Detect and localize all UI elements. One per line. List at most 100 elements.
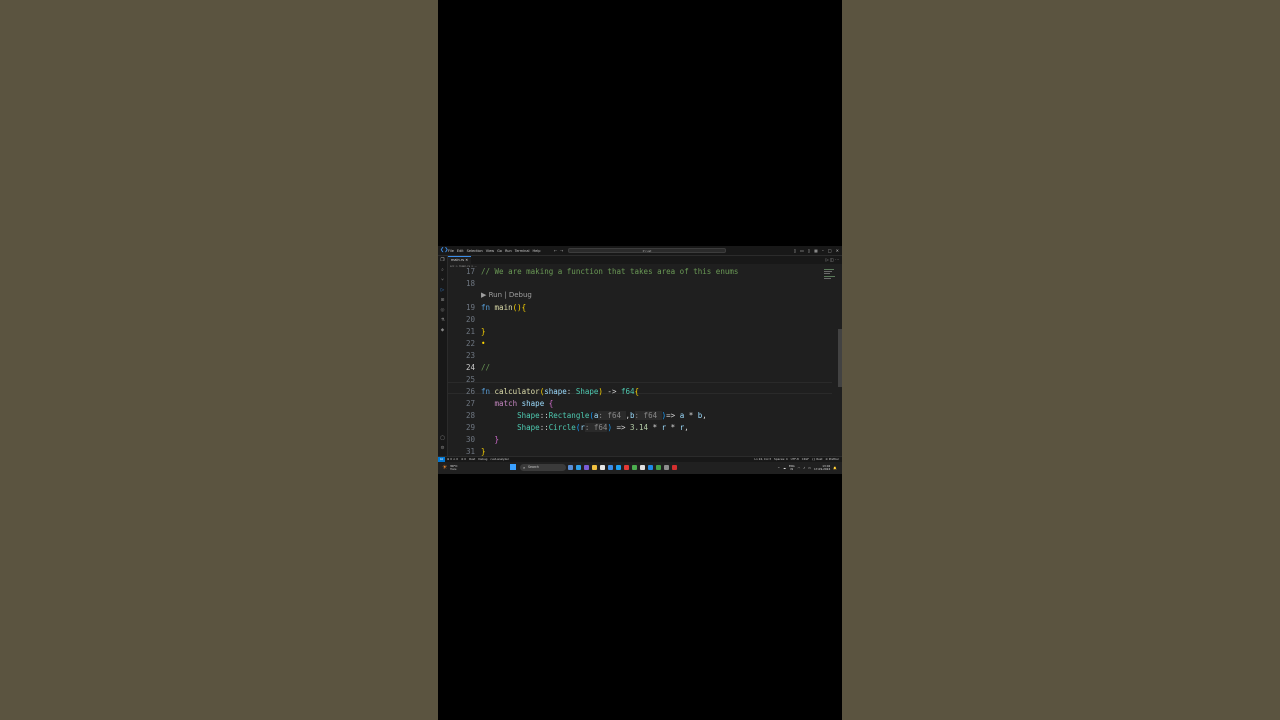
line-number: 23 [465, 351, 475, 360]
video-frame: ❮❯ File Edit Selection View Go Run Termi… [438, 0, 842, 720]
layout-customize-icon[interactable]: ▦ [814, 248, 818, 253]
edge-browser-icon[interactable] [576, 465, 581, 470]
start-windows-icon[interactable] [510, 464, 516, 470]
menu-help[interactable]: Help [532, 249, 540, 253]
volume-icon[interactable]: ♪ [803, 466, 805, 470]
word-icon[interactable] [648, 465, 653, 470]
menu-selection[interactable]: Selection [467, 249, 483, 253]
search-icon[interactable]: ⌕ [440, 268, 445, 273]
vertical-scrollbar[interactable] [838, 267, 842, 458]
code-editor[interactable]: 17 18 19 20 21 22 23 24 25 26 27 28 29 3… [448, 267, 832, 458]
taskbar-search[interactable]: ⌕ Search [520, 464, 566, 471]
line-number: 26 [465, 387, 475, 396]
window-controls: ▯ ▭ ▯ ▦ – □ ✕ [794, 248, 839, 253]
tab-label: main.rs [451, 258, 465, 262]
search-icon: ⌕ [523, 465, 526, 470]
weather-widget[interactable]: ☀ 30°C Haze [442, 463, 466, 473]
teams-icon[interactable] [584, 465, 589, 470]
title-bar: ❮❯ File Edit Selection View Go Run Termi… [438, 246, 842, 256]
code-line-30: } [494, 435, 500, 444]
weather-icon: ☀ [442, 464, 448, 471]
explorer-icon[interactable]: ❐ [440, 258, 445, 263]
manage-gear-icon[interactable]: ⚙ [440, 446, 445, 451]
line-number: 21 [465, 327, 475, 336]
task-view-icon[interactable] [568, 465, 573, 470]
clock[interactable]: 13:02 17-09-2024 [813, 464, 831, 471]
onedrive-icon[interactable]: ☁ [783, 466, 786, 470]
code-line-19: fn main(){ [481, 303, 527, 312]
tab-close-icon[interactable]: ✕ [465, 258, 468, 262]
spotify-icon[interactable] [656, 465, 661, 470]
menu-view[interactable]: View [486, 249, 494, 253]
file-explorer-icon[interactable] [592, 465, 597, 470]
close-icon[interactable]: ✕ [836, 248, 839, 253]
editor-actions: ▷ ◫ ⋯ [826, 257, 839, 262]
code-line-24: // [481, 363, 491, 372]
menu-edit[interactable]: Edit [457, 249, 464, 253]
battery-icon[interactable]: ▭ [808, 466, 811, 470]
code-line-17: // We are making a function that takes a… [481, 267, 739, 276]
taskbar-search-label: Search [528, 465, 539, 469]
menu-go[interactable]: Go [497, 249, 502, 253]
menu-terminal[interactable]: Terminal [515, 249, 530, 253]
line-number: 20 [465, 315, 475, 324]
wifi-icon[interactable]: ◠ [798, 466, 801, 470]
menu-run[interactable]: Run [505, 249, 512, 253]
notepad-icon[interactable] [640, 465, 645, 470]
vscode-logo-icon: ❮❯ [440, 247, 449, 253]
extensions-icon[interactable]: ⊞ [440, 298, 445, 303]
windows-taskbar: ☀ 30°C Haze ⌕ Search ^ ☁ ENG IN ◠ ♪ ▭ 13… [438, 462, 842, 474]
youtube-icon[interactable] [624, 465, 629, 470]
code-line-26: fn calculator(shape: Shape) -> f64{ [481, 387, 640, 396]
layout-panel-icon[interactable]: ▭ [800, 248, 804, 253]
editor-tabs: main.rs ✕ ▷ ◫ ⋯ [448, 256, 842, 264]
menu-file[interactable]: File [448, 249, 454, 253]
scrollbar-thumb[interactable] [838, 329, 842, 387]
code-line-27: match shape { [494, 399, 554, 408]
codelens-run-debug[interactable]: ▶ Run | Debug [481, 291, 532, 299]
code-line-23: • [481, 339, 486, 348]
code-line-21: } [481, 327, 486, 336]
run-file-icon[interactable]: ▷ [826, 257, 829, 262]
source-control-icon[interactable]: ⑂ [440, 278, 445, 283]
split-editor-icon[interactable]: ◫ [830, 257, 834, 262]
more-actions-icon[interactable]: ⋯ [835, 257, 839, 262]
tab-main-rs[interactable]: main.rs ✕ [448, 256, 472, 264]
vscode-taskbar-icon[interactable] [616, 465, 621, 470]
minimize-icon[interactable]: – [822, 248, 824, 253]
line-number: 19 [465, 303, 475, 312]
line-number: 25 [465, 375, 475, 384]
language-indicator[interactable]: ENG IN [789, 465, 795, 471]
minimap[interactable] [822, 267, 838, 458]
line-number: 28 [465, 411, 475, 420]
code-line-28: Shape::Rectangle(a: f64 ,b: f64 )=> a * … [517, 411, 707, 420]
command-center-search[interactable]: P rust [568, 247, 726, 253]
line-number: 29 [465, 423, 475, 432]
vscode-window: ❮❯ File Edit Selection View Go Run Termi… [438, 246, 842, 474]
system-tray: ^ ☁ ENG IN ◠ ♪ ▭ 13:02 17-09-2024 🔔 [777, 463, 837, 473]
settings-icon[interactable] [664, 465, 669, 470]
line-number: 30 [465, 435, 475, 444]
timeline-icon[interactable]: ◆ [440, 328, 445, 333]
notification-bell-icon[interactable]: 🔔 [833, 466, 837, 470]
opera-icon[interactable] [672, 465, 677, 470]
code-line-29: Shape::Circle(r: f64) => 3.14 * r * r, [517, 423, 689, 432]
photos-icon[interactable] [608, 465, 613, 470]
tray-chevron-icon[interactable]: ^ [777, 466, 780, 470]
testing-icon[interactable]: ⚗ [440, 318, 445, 323]
layout-sidebar-icon[interactable]: ▯ [794, 248, 796, 253]
line-number: 31 [465, 447, 475, 456]
code-line-31: } [481, 447, 486, 456]
clock-date: 17-09-2024 [813, 467, 831, 471]
line-number: 27 [465, 399, 475, 408]
run-debug-icon[interactable]: ▷ [440, 288, 445, 293]
line-number: 22 [465, 339, 475, 348]
account-icon[interactable]: ◯ [440, 436, 445, 441]
chrome-icon[interactable] [632, 465, 637, 470]
forward-arrow-icon[interactable]: → [560, 248, 563, 253]
maximize-icon[interactable]: □ [828, 248, 832, 253]
back-arrow-icon[interactable]: ← [554, 248, 557, 253]
store-icon[interactable] [600, 465, 605, 470]
layout-secondary-icon[interactable]: ▯ [808, 248, 810, 253]
remote-explorer-icon[interactable]: ◎ [440, 308, 445, 313]
